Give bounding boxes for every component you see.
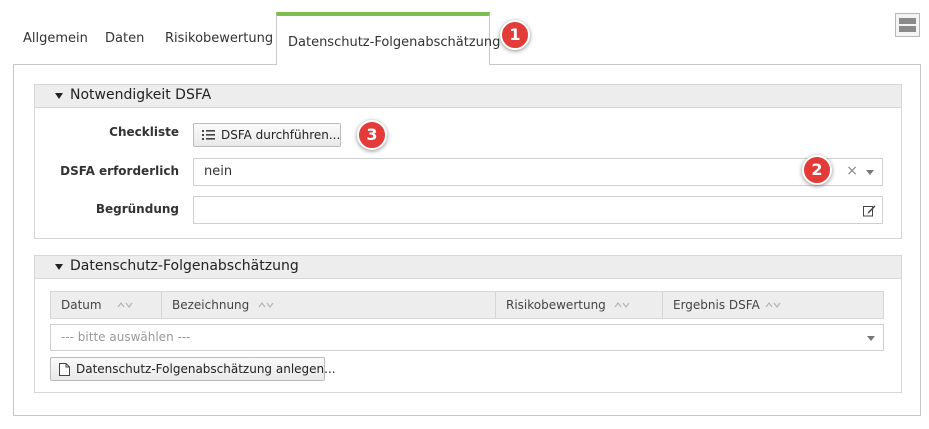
sort-icon <box>765 302 781 308</box>
chevron-down-icon[interactable] <box>866 170 874 175</box>
section-title: Datenschutz-Folgenabschätzung <box>70 258 299 274</box>
chevron-down-icon[interactable] <box>867 336 875 341</box>
button-label: Datenschutz-Folgenabschätzung anlegen... <box>76 362 336 376</box>
section-header[interactable]: Notwendigkeit DSFA <box>35 85 901 108</box>
button-label: DSFA durchführen... <box>221 128 341 142</box>
tab-bar: Allgemein Daten Risikobewertung Datensch… <box>0 0 929 65</box>
callout-badge-3: 3 <box>357 120 387 150</box>
clear-icon[interactable]: × <box>846 163 858 179</box>
checklist-label: Checkliste <box>109 125 179 139</box>
tab-risikobewertung[interactable]: Risikobewertung <box>165 28 273 50</box>
callout-badge-1: 1 <box>500 20 530 50</box>
column-header-ergebnis-dsfa[interactable]: Ergebnis DSFA <box>663 292 883 318</box>
tab-daten[interactable]: Daten <box>105 28 144 50</box>
collapse-caret-icon <box>55 93 63 99</box>
section-datenschutz-folgenabschaetzung: Datenschutz-Folgenabschätzung Datum Beze… <box>34 255 902 393</box>
column-label: Risikobewertung <box>506 298 606 312</box>
list-icon <box>202 130 215 140</box>
column-label: Datum <box>61 298 102 312</box>
section-notwendigkeit-dsfa: Notwendigkeit DSFA Checkliste DSFA durch… <box>34 84 902 239</box>
column-header-bezeichnung[interactable]: Bezeichnung <box>162 292 496 318</box>
column-label: Bezeichnung <box>172 298 250 312</box>
dsfa-erforderlich-label: DSFA erforderlich <box>60 164 179 178</box>
begruendung-label: Begründung <box>95 202 179 216</box>
document-icon <box>59 363 70 376</box>
selected-value: nein <box>204 164 233 179</box>
layout-toggle-icon <box>899 18 916 32</box>
column-header-risikobewertung[interactable]: Risikobewertung <box>496 292 663 318</box>
tab-datenschutz-folgenabschaetzung[interactable]: Datenschutz-Folgenabschätzung <box>276 12 500 65</box>
layout-toggle-button[interactable] <box>895 13 920 37</box>
create-dsfa-button[interactable]: Datenschutz-Folgenabschätzung anlegen... <box>50 357 336 381</box>
edit-icon[interactable] <box>863 204 876 217</box>
column-label: Ergebnis DSFA <box>673 298 760 312</box>
begruendung-field[interactable] <box>193 196 883 224</box>
section-title: Notwendigkeit DSFA <box>70 87 212 103</box>
dsfa-select[interactable]: --- bitte auswählen --- <box>50 324 884 351</box>
select-placeholder: --- bitte auswählen --- <box>61 330 191 344</box>
tab-label: Datenschutz-Folgenabschätzung <box>288 35 501 50</box>
tab-allgemein[interactable]: Allgemein <box>23 28 88 50</box>
tab-content-panel: Notwendigkeit DSFA Checkliste DSFA durch… <box>13 64 921 416</box>
dsfa-durchfuehren-button[interactable]: DSFA durchführen... <box>193 123 341 147</box>
sort-icon <box>614 302 630 308</box>
section-header[interactable]: Datenschutz-Folgenabschätzung <box>35 256 901 279</box>
sort-icon <box>117 302 133 308</box>
column-header-datum[interactable]: Datum <box>51 292 162 318</box>
sort-icon <box>258 302 274 308</box>
dsfa-erforderlich-select[interactable]: nein × <box>193 158 883 186</box>
table-header: Datum Bezeichnung Risikobewertung Ergebn… <box>50 291 884 319</box>
callout-badge-2: 2 <box>802 155 832 185</box>
collapse-caret-icon <box>55 264 63 270</box>
